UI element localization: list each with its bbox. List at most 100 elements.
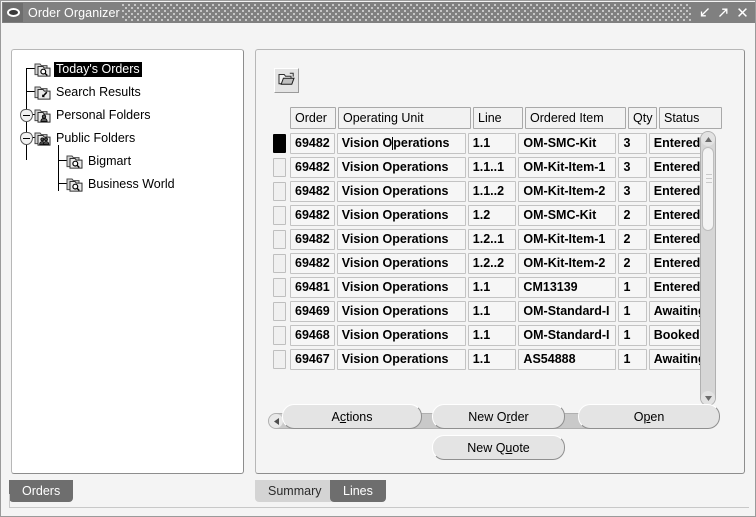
- open-folder-button[interactable]: [274, 68, 299, 93]
- row-selector[interactable]: [273, 229, 286, 249]
- tree-item-personal-folders[interactable]: Personal Folders: [20, 104, 243, 127]
- cell-ordered-item[interactable]: OM-Kit-Item-1: [518, 228, 617, 250]
- cell-line[interactable]: 1.1: [467, 132, 517, 154]
- cell-ordered-item[interactable]: OM-SMC-Kit: [518, 132, 617, 154]
- cell-ordered-item[interactable]: OM-Kit-Item-2: [518, 180, 617, 202]
- cell-qty[interactable]: 1: [618, 348, 647, 370]
- grid-body[interactable]: 69482 Vision Operations 1.1 OM-SMC-Kit 3…: [268, 131, 712, 406]
- row-selector[interactable]: [273, 133, 286, 153]
- cell-operating-unit[interactable]: Vision Operations: [336, 300, 466, 322]
- cell-order[interactable]: 69482: [290, 132, 335, 154]
- collapse-toggle-icon[interactable]: [20, 132, 33, 145]
- cell-order[interactable]: 69482: [290, 252, 335, 274]
- tree-item-public-folders[interactable]: Public Folders: [20, 127, 243, 150]
- cell-order[interactable]: 69482: [290, 204, 335, 226]
- cell-operating-unit[interactable]: Vision Operations: [336, 324, 466, 346]
- cell-order[interactable]: 69469: [290, 300, 335, 322]
- cell-order[interactable]: 69482: [290, 180, 335, 202]
- column-header-order[interactable]: Order: [290, 107, 336, 129]
- cell-ordered-item[interactable]: OM-Standard-I: [518, 324, 617, 346]
- row-selector[interactable]: [273, 205, 286, 225]
- cell-ordered-item[interactable]: AS54888: [518, 348, 617, 370]
- tab-lines[interactable]: Lines: [330, 480, 386, 502]
- cell-operating-unit[interactable]: Vision Operations: [336, 132, 466, 154]
- grid-vertical-scrollbar[interactable]: [700, 131, 716, 406]
- row-selector[interactable]: [273, 181, 286, 201]
- table-row[interactable]: 69468 Vision Operations 1.1 OM-Standard-…: [268, 323, 712, 347]
- cell-ordered-item[interactable]: OM-SMC-Kit: [518, 204, 617, 226]
- cell-operating-unit[interactable]: Vision Operations: [336, 228, 466, 250]
- new-order-button[interactable]: New Or der: [432, 404, 565, 429]
- cell-line[interactable]: 1.1: [467, 276, 517, 298]
- cell-order[interactable]: 69482: [290, 156, 335, 178]
- cell-qty[interactable]: 3: [618, 180, 647, 202]
- cell-qty[interactable]: 1: [618, 300, 647, 322]
- cell-line[interactable]: 1.2..1: [467, 228, 517, 250]
- cell-line[interactable]: 1.2: [467, 204, 517, 226]
- cell-operating-unit[interactable]: Vision Operations: [336, 204, 466, 226]
- cell-qty[interactable]: 2: [618, 204, 647, 226]
- cell-operating-unit[interactable]: Vision Operations: [336, 348, 466, 370]
- tab-orders[interactable]: Orders: [9, 480, 74, 502]
- close-button[interactable]: [734, 4, 751, 21]
- row-selector[interactable]: [273, 301, 286, 321]
- scroll-up-arrow-icon[interactable]: [701, 132, 715, 146]
- row-selector[interactable]: [273, 325, 286, 345]
- cell-operating-unit[interactable]: Vision Operations: [336, 252, 466, 274]
- cell-line[interactable]: 1.1: [467, 300, 517, 322]
- new-quote-button[interactable]: New Qu ote: [432, 435, 565, 460]
- cell-line[interactable]: 1.1: [467, 348, 517, 370]
- row-selector[interactable]: [273, 253, 286, 273]
- cell-qty[interactable]: 1: [618, 324, 647, 346]
- table-row[interactable]: 69467 Vision Operations 1.1 AS54888 1 Aw…: [268, 347, 712, 371]
- tree-item-business-world[interactable]: Business World: [20, 173, 243, 196]
- column-header-operating-unit[interactable]: Operating Unit: [338, 107, 471, 129]
- row-selector[interactable]: [273, 277, 286, 297]
- cell-operating-unit[interactable]: Vision Operations: [336, 180, 466, 202]
- cell-ordered-item[interactable]: OM-Standard-I: [518, 300, 617, 322]
- tree-item-search-results[interactable]: Search Results: [20, 81, 243, 104]
- row-selector[interactable]: [273, 157, 286, 177]
- table-row[interactable]: 69482 Vision Operations 1.2 OM-SMC-Kit 2…: [268, 203, 712, 227]
- column-header-status[interactable]: Status: [659, 107, 722, 129]
- grid-vertical-scroll-thumb[interactable]: [702, 147, 714, 231]
- column-header-ordered-item[interactable]: Ordered Item: [525, 107, 626, 129]
- column-header-line[interactable]: Line: [473, 107, 523, 129]
- cell-ordered-item[interactable]: OM-Kit-Item-1: [518, 156, 617, 178]
- tree-item-todays-orders[interactable]: Today's Orders: [20, 58, 243, 81]
- cell-order[interactable]: 69482: [290, 228, 335, 250]
- table-row[interactable]: 69482 Vision Operations 1.2..2 OM-Kit-It…: [268, 251, 712, 275]
- cell-line[interactable]: 1.1..1: [467, 156, 517, 178]
- folder-tree[interactable]: Today's Orders Search Results Personal F…: [12, 50, 243, 196]
- cell-qty[interactable]: 2: [618, 228, 647, 250]
- collapse-toggle-icon[interactable]: [20, 109, 33, 122]
- open-button[interactable]: Op en: [578, 404, 720, 429]
- table-row[interactable]: 69482 Vision Operations 1.1..1 OM-Kit-It…: [268, 155, 712, 179]
- tree-item-bigmart[interactable]: Bigmart: [20, 150, 243, 173]
- cell-line[interactable]: 1.1: [467, 324, 517, 346]
- cell-operating-unit[interactable]: Vision Operations: [336, 276, 466, 298]
- cell-order[interactable]: 69468: [290, 324, 335, 346]
- cell-qty[interactable]: 1: [618, 276, 647, 298]
- table-row[interactable]: 69482 Vision Operations 1.1 OM-SMC-Kit 3…: [268, 131, 712, 155]
- cell-operating-unit[interactable]: Vision Operations: [336, 156, 466, 178]
- minimize-button[interactable]: [696, 4, 713, 21]
- table-row[interactable]: 69469 Vision Operations 1.1 OM-Standard-…: [268, 299, 712, 323]
- table-row[interactable]: 69482 Vision Operations 1.2..1 OM-Kit-It…: [268, 227, 712, 251]
- cell-qty[interactable]: 3: [618, 132, 647, 154]
- maximize-button[interactable]: [715, 4, 732, 21]
- cell-line[interactable]: 1.2..2: [467, 252, 517, 274]
- cell-line[interactable]: 1.1..2: [467, 180, 517, 202]
- cell-qty[interactable]: 2: [618, 252, 647, 274]
- cell-ordered-item[interactable]: OM-Kit-Item-2: [518, 252, 617, 274]
- column-header-qty[interactable]: Qty: [628, 107, 657, 129]
- table-row[interactable]: 69481 Vision Operations 1.1 CM13139 1 En…: [268, 275, 712, 299]
- scroll-left-arrow-icon[interactable]: [269, 414, 283, 428]
- window-menu-icon[interactable]: [3, 3, 23, 22]
- cell-order[interactable]: 69467: [290, 348, 335, 370]
- actions-button[interactable]: Ac tions: [282, 404, 422, 429]
- scroll-down-arrow-icon[interactable]: [701, 391, 715, 405]
- cell-qty[interactable]: 3: [618, 156, 647, 178]
- tab-summary[interactable]: Summary: [255, 480, 335, 502]
- cell-ordered-item[interactable]: CM13139: [518, 276, 617, 298]
